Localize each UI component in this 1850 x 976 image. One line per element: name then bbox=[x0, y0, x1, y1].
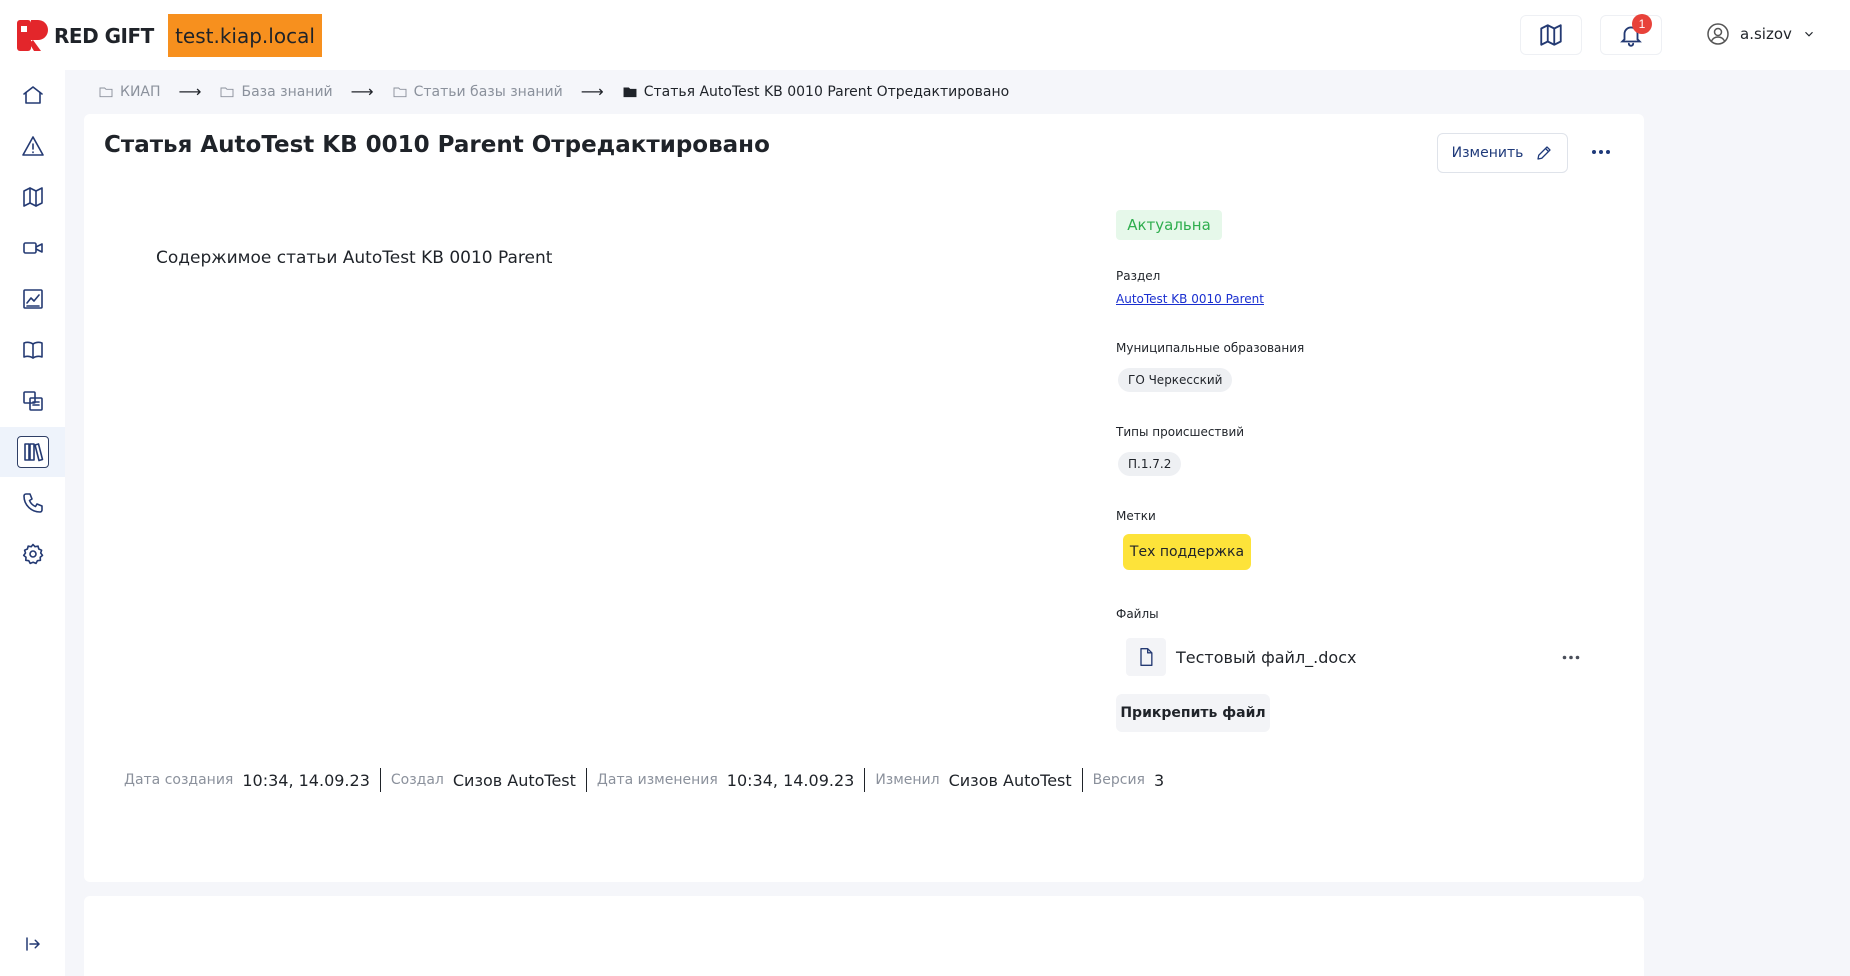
phone-icon bbox=[22, 493, 43, 513]
file-more-button[interactable] bbox=[1556, 647, 1586, 667]
breadcrumb-item-kiap[interactable]: КИАП bbox=[98, 84, 161, 100]
municipal-label: Муниципальные образования bbox=[1116, 341, 1305, 355]
video-icon bbox=[22, 242, 43, 254]
more-horizontal-icon bbox=[1592, 150, 1610, 154]
brand-logo-icon bbox=[17, 20, 48, 51]
breadcrumb: КИАП ⟶ База знаний ⟶ Статьи базы знаний … bbox=[98, 82, 1009, 101]
tag-chip: Тех поддержка bbox=[1123, 534, 1251, 570]
article-content: Содержимое статьи AutoTest KB 0010 Paren… bbox=[156, 248, 553, 268]
folder-icon bbox=[99, 87, 113, 97]
breadcrumb-arrow: ⟶ bbox=[580, 82, 604, 101]
user-menu[interactable]: a.sizov bbox=[1706, 22, 1816, 46]
map-button[interactable] bbox=[1520, 15, 1582, 55]
sidebar-item-library-frame bbox=[16, 436, 49, 468]
logo[interactable]: RED GIFT bbox=[17, 20, 154, 51]
sidebar-item-incidents[interactable] bbox=[0, 121, 65, 171]
chevron-down-icon bbox=[1804, 31, 1813, 37]
gear-icon bbox=[22, 543, 43, 565]
breadcrumb-arrow: ⟶ bbox=[350, 82, 374, 101]
meta-created-value: 10:34, 14.09.23 bbox=[242, 770, 370, 790]
meta-author-label: Создал bbox=[390, 772, 444, 788]
incident-types-label: Типы происшествий bbox=[1116, 425, 1245, 439]
meta-modifier: Изменил Сизов AutoTest bbox=[864, 768, 1081, 792]
edit-button[interactable]: Изменить bbox=[1437, 133, 1568, 173]
sidebar-item-settings[interactable] bbox=[0, 529, 65, 579]
meta-created-label: Дата создания bbox=[124, 772, 234, 788]
sidebar-collapse-button[interactable] bbox=[20, 932, 46, 956]
book-icon bbox=[22, 341, 43, 359]
meta-version-label: Версия bbox=[1092, 772, 1145, 788]
sidebar-item-map[interactable] bbox=[0, 172, 65, 222]
map-icon bbox=[22, 187, 43, 207]
meta-author: Создал Сизов AutoTest bbox=[379, 768, 586, 792]
notifications-button[interactable]: 1 bbox=[1600, 14, 1662, 55]
file-name[interactable]: Тестовый файл_.docx bbox=[1176, 648, 1356, 667]
top-header: RED GIFT test.kiap.local 1 a.sizov bbox=[0, 0, 1850, 70]
more-actions-button[interactable] bbox=[1586, 142, 1616, 162]
user-avatar-icon bbox=[1707, 23, 1729, 45]
sidebar-item-knowledge-base[interactable] bbox=[0, 325, 65, 375]
tags-label: Метки bbox=[1116, 509, 1156, 523]
status-badge: Актуальна bbox=[1116, 210, 1222, 240]
environment-badge: test.kiap.local bbox=[168, 14, 322, 57]
expand-arrow-icon bbox=[26, 937, 41, 951]
meta-modifier-label: Изменил bbox=[875, 772, 940, 788]
breadcrumb-item-articles[interactable]: Статьи базы знаний bbox=[392, 84, 563, 100]
meta-modifier-value: Сизов AutoTest bbox=[948, 770, 1072, 790]
sidebar bbox=[0, 70, 65, 976]
sidebar-item-documents[interactable] bbox=[0, 376, 65, 426]
page-title: Статья AutoTest KB 0010 Parent Отредакти… bbox=[104, 132, 770, 158]
section-label: Раздел bbox=[1116, 269, 1161, 283]
attach-file-button[interactable]: Прикрепить файл bbox=[1116, 694, 1270, 732]
folder-icon bbox=[221, 87, 234, 97]
file-icon-box bbox=[1126, 638, 1166, 676]
folder-icon bbox=[393, 87, 407, 97]
file-item[interactable]: Тестовый файл_.docx bbox=[1126, 638, 1596, 676]
breadcrumb-item-current: Статья AutoTest KB 0010 Parent Отредакти… bbox=[622, 84, 1009, 100]
meta-created: Дата создания 10:34, 14.09.23 bbox=[124, 768, 380, 792]
document-icon bbox=[1140, 648, 1153, 666]
warning-icon bbox=[21, 136, 44, 156]
secondary-card bbox=[84, 896, 1644, 976]
article-card: Статья AutoTest KB 0010 Parent Отредакти… bbox=[84, 114, 1644, 882]
sidebar-item-video[interactable] bbox=[0, 223, 65, 273]
username: a.sizov bbox=[1740, 25, 1792, 43]
breadcrumb-item-knowledge-base[interactable]: База знаний bbox=[219, 84, 333, 100]
municipal-chip: ГО Черкесский bbox=[1118, 368, 1233, 392]
meta-version: Версия 3 bbox=[1081, 768, 1175, 792]
sidebar-item-analytics[interactable] bbox=[0, 274, 65, 324]
notification-count-badge: 1 bbox=[1632, 14, 1652, 34]
more-horizontal-icon bbox=[1562, 655, 1580, 659]
documents-icon bbox=[22, 391, 43, 411]
sidebar-item-calls[interactable] bbox=[0, 478, 65, 528]
meta-author-value: Сизов AutoTest bbox=[452, 770, 576, 790]
pencil-icon bbox=[1537, 146, 1552, 160]
folder-filled-icon bbox=[623, 87, 637, 97]
meta-modified-label: Дата изменения bbox=[596, 772, 718, 788]
sidebar-item-home[interactable] bbox=[0, 70, 65, 120]
chart-icon bbox=[22, 289, 43, 309]
breadcrumb-arrow: ⟶ bbox=[178, 82, 202, 101]
home-icon bbox=[22, 86, 43, 104]
brand-name: RED GIFT bbox=[54, 23, 154, 48]
edit-button-label: Изменить bbox=[1451, 145, 1524, 161]
meta-modified: Дата изменения 10:34, 14.09.23 bbox=[585, 768, 864, 792]
sidebar-item-library[interactable] bbox=[0, 427, 65, 477]
section-link[interactable]: AutoTest KB 0010 Parent bbox=[1116, 292, 1264, 306]
map-icon bbox=[1540, 24, 1562, 46]
meta-version-value: 3 bbox=[1153, 770, 1165, 790]
library-icon bbox=[23, 443, 43, 462]
files-label: Файлы bbox=[1116, 607, 1159, 621]
article-metadata: Дата создания 10:34, 14.09.23 Создал Сиз… bbox=[124, 768, 1174, 792]
incident-type-chip: П.1.7.2 bbox=[1118, 452, 1182, 476]
meta-modified-value: 10:34, 14.09.23 bbox=[726, 770, 855, 790]
